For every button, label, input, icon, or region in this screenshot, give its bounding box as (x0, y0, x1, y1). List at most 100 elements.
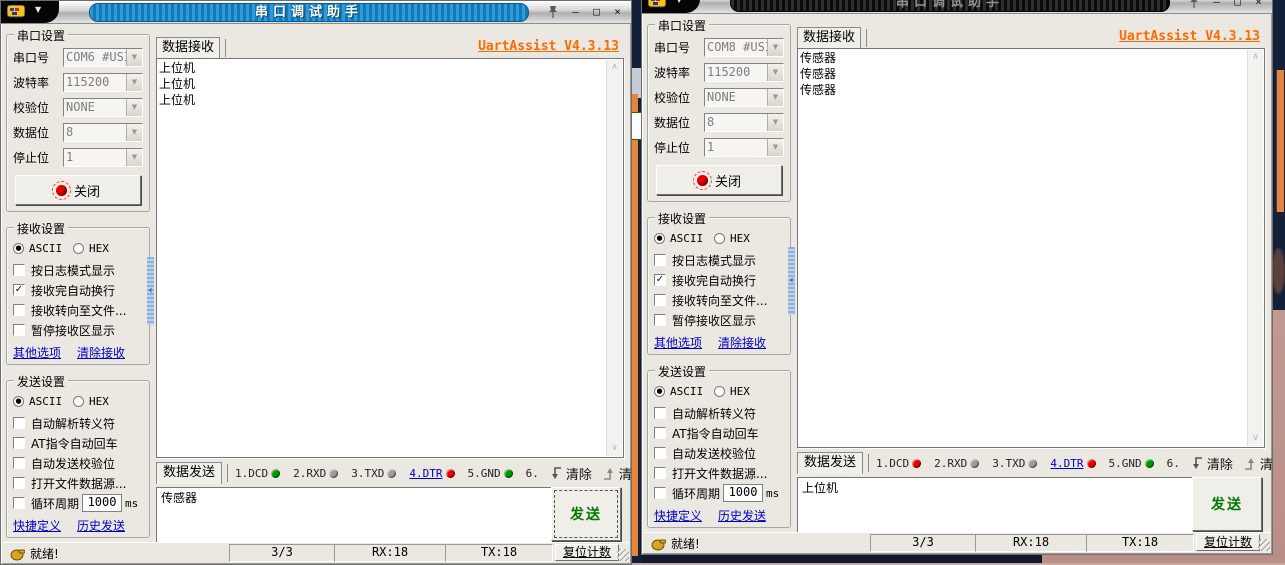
clear-receive-button[interactable]: 清除 (1190, 454, 1233, 473)
send-button[interactable]: 发送 (1192, 477, 1262, 531)
stopbits-select[interactable]: 1▼ (704, 138, 784, 157)
at-cr-checkbox[interactable] (13, 437, 25, 449)
pin-icon[interactable] (545, 4, 561, 20)
parity-select[interactable]: NONE▼ (704, 88, 784, 107)
recv-option-row[interactable]: ✓ 接收完自动换行 (13, 280, 115, 300)
auto-newline-checkbox[interactable]: ✓ (13, 284, 25, 296)
maximize-button[interactable]: □ (588, 5, 605, 19)
recv-ascii-radio[interactable]: ● (654, 233, 665, 244)
databits-select[interactable]: 8▼ (704, 113, 784, 132)
parity-select[interactable]: NONE▼ (63, 98, 143, 117)
recv-ascii-radio[interactable]: ● (13, 243, 24, 254)
baud-select[interactable]: 115200▼ (704, 63, 784, 82)
clear-receive-link[interactable]: 清除接收 (77, 344, 125, 361)
file-source-checkbox[interactable] (654, 467, 666, 479)
combo-arrow-icon[interactable]: ▼ (767, 89, 783, 106)
recv-option-row[interactable]: 按日志模式显示 (654, 250, 756, 270)
send-option-row[interactable]: 打开文件数据源... (13, 473, 126, 493)
recv-option-row[interactable]: 按日志模式显示 (13, 260, 115, 280)
tab-data-send[interactable]: 数据发送 (156, 462, 222, 484)
escape-parse-checkbox[interactable] (13, 417, 25, 429)
recv-option-row[interactable]: 接收转向至文件... (13, 300, 126, 320)
scroll-up-icon[interactable]: ∧ (1248, 50, 1263, 65)
scroll-down-icon[interactable]: ∨ (1248, 431, 1263, 446)
redirect-file-checkbox[interactable] (13, 304, 25, 316)
receive-scrollbar[interactable]: ∧ ∨ (1247, 50, 1263, 446)
send-input-area[interactable]: 上位机 (797, 477, 1195, 533)
receive-display-area[interactable]: 上位机 上位机 上位机 ∧ ∨ (156, 58, 624, 458)
window-menu-arrow-icon[interactable]: ▼ (676, 0, 682, 4)
redirect-file-checkbox[interactable] (654, 294, 666, 306)
close-button[interactable]: × (609, 5, 626, 19)
tab-data-receive[interactable]: 数据接收 (156, 37, 220, 59)
history-send-link[interactable]: 历史发送 (718, 507, 766, 524)
clear-send-button[interactable]: 清除 (602, 464, 632, 483)
combo-arrow-icon[interactable]: ▼ (126, 99, 142, 116)
send-ascii-radio[interactable]: ● (13, 396, 24, 407)
tab-data-receive[interactable]: 数据接收 (797, 27, 861, 49)
combo-arrow-icon[interactable]: ▼ (767, 64, 783, 81)
auto-checksum-checkbox[interactable] (13, 457, 25, 469)
scroll-down-icon[interactable]: ∨ (607, 441, 622, 456)
databits-select[interactable]: 8▼ (63, 123, 143, 142)
recv-hex-radio[interactable] (714, 233, 725, 244)
app-icon[interactable] (648, 0, 666, 8)
shortcut-define-link[interactable]: 快捷定义 (654, 507, 702, 524)
clear-send-button[interactable]: 清除 (1243, 454, 1273, 473)
send-option-row[interactable]: 自动解析转义符 (654, 403, 756, 423)
panel-collapse-handle[interactable]: ‹ (788, 247, 795, 315)
combo-arrow-icon[interactable]: ▼ (126, 124, 142, 141)
close-button[interactable]: × (1250, 0, 1267, 9)
recv-option-row[interactable]: 暂停接收区显示 (654, 310, 756, 330)
log-mode-checkbox[interactable] (13, 264, 25, 276)
pin-icon[interactable] (1186, 0, 1202, 10)
stopbits-select[interactable]: 1▼ (63, 148, 143, 167)
baud-select[interactable]: 115200▼ (63, 73, 143, 92)
recv-option-row[interactable]: 暂停接收区显示 (13, 320, 115, 340)
send-option-row[interactable]: 自动解析转义符 (13, 413, 115, 433)
cycle-checkbox[interactable] (13, 497, 25, 509)
more-options-link[interactable]: 其他选项 (13, 344, 61, 361)
minimize-button[interactable]: — (567, 5, 584, 19)
auto-checksum-checkbox[interactable] (654, 447, 666, 459)
resize-grip[interactable] (1258, 539, 1270, 551)
auto-newline-checkbox[interactable]: ✓ (654, 274, 666, 286)
port-select[interactable]: COM6 #USI▼ (63, 48, 143, 67)
history-send-link[interactable]: 历史发送 (77, 517, 125, 534)
send-hex-radio[interactable] (73, 396, 84, 407)
send-option-row[interactable]: AT指令自动回车 (654, 423, 759, 443)
send-option-row[interactable]: AT指令自动回车 (13, 433, 118, 453)
scroll-up-icon[interactable]: ∧ (607, 60, 622, 75)
combo-arrow-icon[interactable]: ▼ (126, 74, 142, 91)
send-option-row[interactable]: 自动发送校验位 (13, 453, 115, 473)
cycle-period-input[interactable]: 1000 (723, 484, 763, 502)
panel-collapse-handle[interactable]: ‹ (147, 257, 154, 325)
cycle-period-input[interactable]: 1000 (82, 494, 122, 512)
combo-arrow-icon[interactable]: ▼ (767, 139, 783, 156)
recv-option-row[interactable]: 接收转向至文件... (654, 290, 767, 310)
recv-hex-radio[interactable] (73, 243, 84, 254)
close-port-button[interactable]: 关闭 (15, 175, 141, 205)
clear-receive-link[interactable]: 清除接收 (718, 334, 766, 351)
pause-display-checkbox[interactable] (13, 324, 25, 336)
combo-arrow-icon[interactable]: ▼ (126, 149, 142, 166)
log-mode-checkbox[interactable] (654, 254, 666, 266)
send-input-area[interactable]: 传感器 (156, 487, 554, 543)
send-ascii-radio[interactable]: ● (654, 386, 665, 397)
indicator-dtr[interactable]: 4.DTR (409, 467, 454, 480)
combo-arrow-icon[interactable]: ▼ (767, 39, 783, 56)
pause-display-checkbox[interactable] (654, 314, 666, 326)
window-menu-arrow-icon[interactable]: ▼ (35, 5, 41, 14)
combo-arrow-icon[interactable]: ▼ (126, 49, 142, 66)
send-option-row[interactable]: 自动发送校验位 (654, 443, 756, 463)
uartassist-version-link[interactable]: UartAssist V4.3.13 (478, 39, 619, 54)
uartassist-version-link[interactable]: UartAssist V4.3.13 (1119, 29, 1260, 44)
reset-counter-button[interactable]: 复位计数 (555, 544, 619, 561)
at-cr-checkbox[interactable] (654, 427, 666, 439)
receive-scrollbar[interactable]: ∧ ∨ (606, 60, 622, 456)
receive-display-area[interactable]: 传感器 传感器 传感器 ∧ ∨ (797, 48, 1265, 448)
send-button[interactable]: 发送 (551, 487, 621, 541)
indicator-dtr[interactable]: 4.DTR (1050, 457, 1095, 470)
maximize-button[interactable]: □ (1229, 0, 1246, 9)
recv-option-row[interactable]: ✓ 接收完自动换行 (654, 270, 756, 290)
